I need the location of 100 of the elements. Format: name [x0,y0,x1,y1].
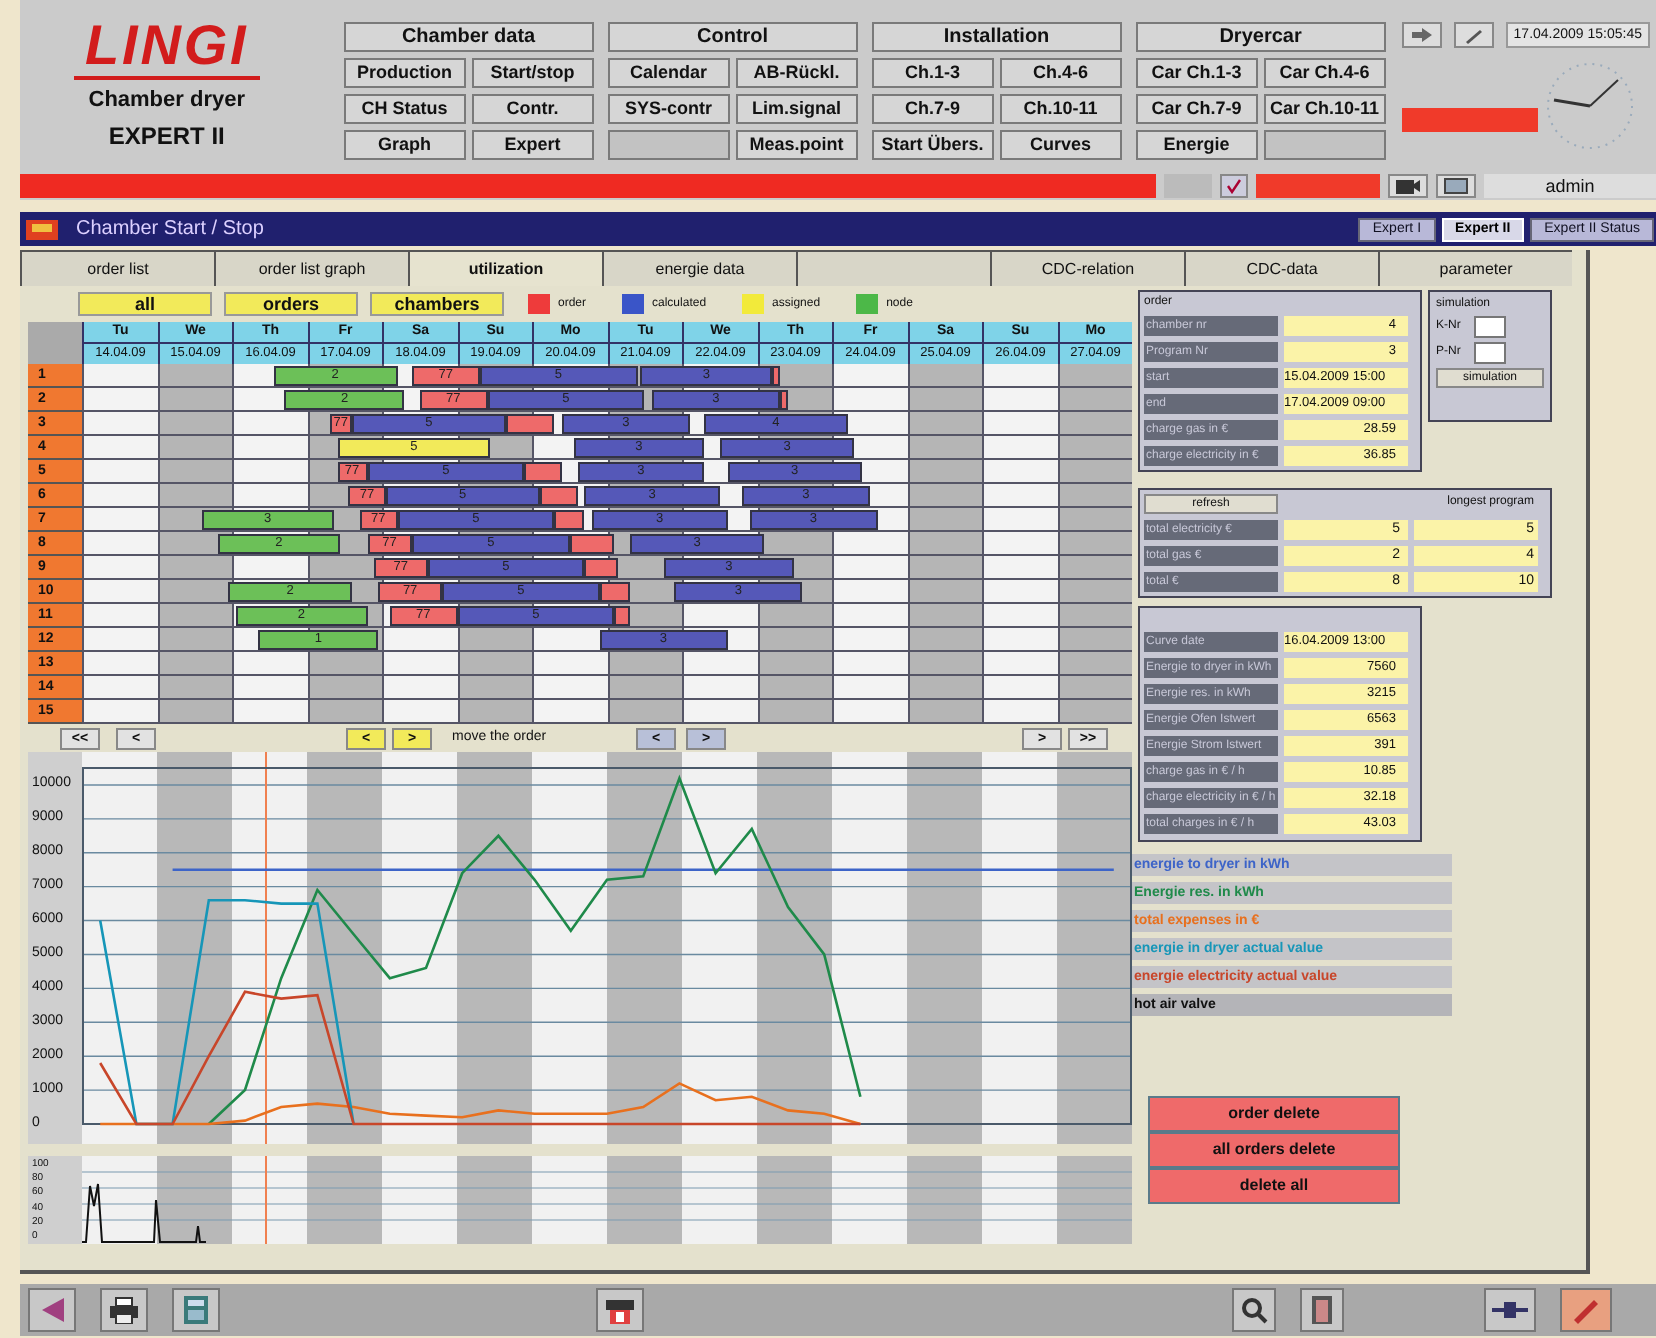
schedule-cell [82,628,157,652]
schedule-cell [907,676,982,700]
schedule-cell [757,532,832,556]
schedule-cell [907,580,982,604]
menu-button[interactable]: Calendar [607,58,730,88]
input-field[interactable] [1474,342,1506,364]
menu-button[interactable]: Graph [343,130,466,160]
tab[interactable]: order list graph [214,250,408,286]
menu-button[interactable]: Expert [471,130,594,160]
menu-button[interactable]: Start/stop [471,58,594,88]
delete-button[interactable]: all orders delete [1148,1132,1400,1168]
pencil-icon [1570,1296,1602,1324]
schedule-cell [757,604,832,628]
menu-button[interactable]: Ch.7-9 [871,94,994,124]
exit-button[interactable] [1300,1288,1344,1332]
search-button[interactable] [1232,1288,1276,1332]
menu-button[interactable]: Ch.1-3 [871,58,994,88]
tab[interactable]: order list [20,250,214,286]
schedule-cell [82,532,157,556]
alarm-indicator [1401,108,1538,132]
screen-button[interactable] [1436,174,1476,198]
tab[interactable] [796,250,990,286]
schedule-cell [307,700,382,724]
delete-button[interactable]: order delete [1148,1096,1400,1132]
menu-button[interactable]: Meas.point [735,130,858,160]
menu-button[interactable]: Lim.signal [735,94,858,124]
menu-button[interactable]: Car Ch.1-3 [1135,58,1258,88]
schedule-cell [682,652,757,676]
tool-button[interactable] [1453,22,1494,48]
schedule-cell [1057,508,1132,532]
delete-button[interactable]: delete all [1148,1168,1400,1204]
tab[interactable]: CDC-data [1184,250,1378,286]
speaker-button[interactable] [1401,22,1442,48]
tab[interactable]: energie data [602,250,796,286]
menu-button[interactable]: Car Ch.4-6 [1263,58,1386,88]
day-band [382,1156,457,1244]
schedule-cell [82,388,157,412]
schedule-cell [907,436,982,460]
filter-button[interactable]: orders [224,292,358,316]
schedule-cell [1057,652,1132,676]
menu-button[interactable]: Production [343,58,466,88]
check-button[interactable] [1220,174,1248,198]
schedule-cell [832,676,907,700]
input-field[interactable] [1474,316,1506,338]
connect-button[interactable] [1484,1288,1536,1332]
schedule-cell [1057,412,1132,436]
valve-curve [82,1183,207,1243]
pencil-button[interactable] [1560,1288,1612,1332]
app-icon [24,215,60,243]
schedule-cell [532,628,607,652]
menu-button[interactable]: Ch.4-6 [999,58,1122,88]
schedule-cell [307,676,382,700]
menu-button[interactable]: Car Ch.7-9 [1135,94,1258,124]
schedule-bar[interactable] [584,558,619,578]
schedule-cell [382,700,457,724]
fax-button[interactable] [596,1288,644,1332]
menu-button[interactable]: CH Status [343,94,466,124]
tab[interactable]: utilization [408,250,602,286]
menu-button[interactable]: Energie [1135,130,1258,160]
print-button[interactable] [100,1288,148,1332]
menu-button[interactable]: Start Übers. [871,130,994,160]
menu-button[interactable]: Curves [999,130,1122,160]
day-band [532,1156,607,1244]
schedule-cell [82,484,157,508]
schedule-bar[interactable] [569,534,615,554]
schedule-cell [982,388,1057,412]
device-icon [604,1294,636,1326]
schedule-cell [82,508,157,532]
schedule-bar[interactable] [554,510,585,530]
schedule-cell [232,484,307,508]
day-band [757,1156,832,1244]
status-bar-end [1164,174,1212,198]
schedule-cell [457,652,532,676]
schedule-cell [1057,460,1132,484]
search-icon [1240,1296,1268,1324]
menu-button[interactable]: Contr. [471,94,594,124]
filter-button[interactable]: chambers [370,292,504,316]
schedule-cell [832,364,907,388]
schedule-cell [1057,484,1132,508]
back-arrow-icon [38,1296,66,1324]
back-button[interactable] [28,1288,76,1332]
schedule-cell [982,676,1057,700]
schedule-cell [1057,604,1132,628]
calculator-button[interactable] [172,1288,220,1332]
blank-menu-slot [607,130,730,160]
schedule-cell [982,436,1057,460]
schedule-cell [232,676,307,700]
menu-button[interactable]: Car Ch.10-11 [1263,94,1386,124]
menu-button[interactable]: AB-Rückl. [735,58,858,88]
filter-button[interactable]: all [78,292,212,316]
menu-button[interactable]: SYS-contr [607,94,730,124]
schedule-cell [907,604,982,628]
camera-button[interactable] [1388,174,1428,198]
menu-group-title: Installation [871,22,1122,52]
schedule-cell [82,556,157,580]
schedule-cell [682,676,757,700]
menu-button[interactable]: Ch.10-11 [999,94,1122,124]
tab[interactable]: CDC-relation [990,250,1184,286]
tab[interactable]: parameter [1378,250,1572,286]
schedule-cell [907,412,982,436]
